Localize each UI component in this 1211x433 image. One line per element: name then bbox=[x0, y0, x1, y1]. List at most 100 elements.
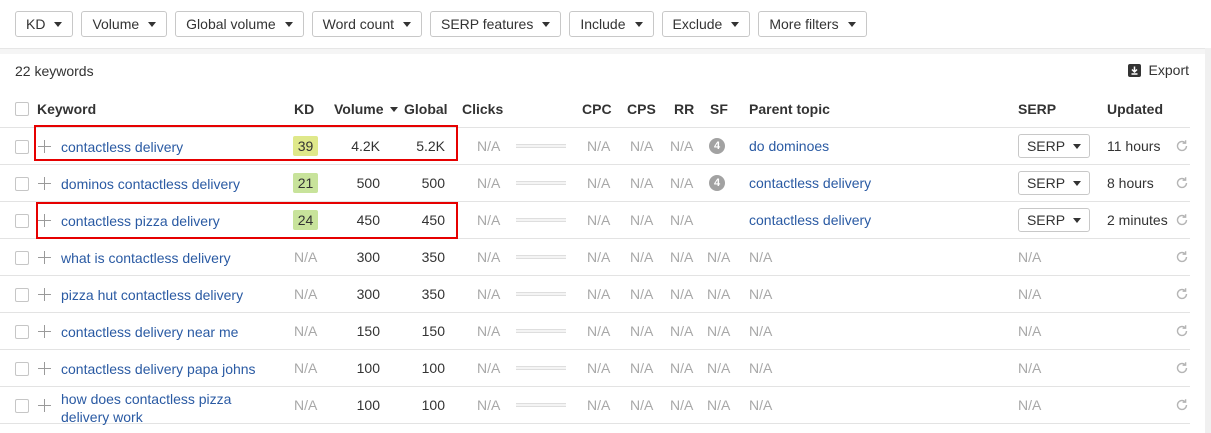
add-to-list-icon[interactable] bbox=[38, 325, 51, 338]
refresh-icon[interactable] bbox=[1175, 139, 1189, 153]
filter-label: SERP features bbox=[441, 16, 534, 32]
keyword-link[interactable]: dominos contactless delivery bbox=[61, 175, 240, 193]
serp-value: N/A bbox=[1018, 397, 1042, 413]
col-clicks[interactable]: Clicks bbox=[462, 101, 503, 117]
cps-value: N/A bbox=[630, 212, 654, 228]
add-to-list-icon[interactable] bbox=[38, 214, 51, 227]
col-kd[interactable]: KD bbox=[294, 101, 314, 117]
filter-button[interactable]: Global volume bbox=[175, 11, 304, 37]
keyword-link[interactable]: pizza hut contactless delivery bbox=[61, 286, 243, 304]
parent-topic-link[interactable]: contactless delivery bbox=[749, 175, 871, 191]
row-checkbox[interactable] bbox=[15, 140, 29, 154]
add-to-list-icon[interactable] bbox=[38, 140, 51, 153]
scrollbar[interactable] bbox=[1205, 48, 1211, 433]
refresh-icon[interactable] bbox=[1175, 250, 1189, 264]
filter-bar: KD Volume Global volume Word count SERP feat… bbox=[15, 11, 867, 37]
serp-button-label: SERP bbox=[1026, 175, 1066, 191]
rr-value: N/A bbox=[670, 249, 694, 265]
refresh-icon[interactable] bbox=[1175, 361, 1189, 375]
col-volume[interactable]: Volume bbox=[334, 101, 399, 117]
volume-value: 4.2K bbox=[351, 138, 380, 154]
filter-button[interactable]: KD bbox=[15, 11, 74, 37]
serp-features-badge[interactable]: 4 bbox=[709, 175, 725, 191]
filter-label: Global volume bbox=[186, 16, 276, 32]
clicks-bar bbox=[516, 144, 566, 148]
refresh-icon[interactable] bbox=[1175, 213, 1189, 227]
col-sf[interactable]: SF bbox=[710, 101, 728, 117]
col-rr[interactable]: RR bbox=[674, 101, 694, 117]
serp-button[interactable]: SERP bbox=[1018, 171, 1090, 195]
export-button[interactable]: Export bbox=[1127, 62, 1189, 78]
table-row: dominos contactless delivery 21 500 500 N/A N… bbox=[0, 165, 1190, 202]
rr-value: N/A bbox=[670, 175, 694, 191]
clicks-value: N/A bbox=[477, 323, 501, 339]
caret-down-icon bbox=[1073, 180, 1082, 186]
serp-button[interactable]: SERP bbox=[1018, 134, 1090, 158]
row-checkbox[interactable] bbox=[15, 214, 29, 228]
filter-button[interactable]: SERP features bbox=[430, 11, 562, 37]
cps-value: N/A bbox=[630, 138, 654, 154]
col-keyword[interactable]: Keyword bbox=[37, 101, 96, 117]
keyword-link[interactable]: what is contactless delivery bbox=[61, 249, 231, 267]
row-checkbox[interactable] bbox=[15, 251, 29, 265]
row-checkbox[interactable] bbox=[15, 362, 29, 376]
refresh-icon[interactable] bbox=[1175, 176, 1189, 190]
kd-badge: 21 bbox=[293, 173, 318, 193]
caret-down-icon bbox=[403, 21, 411, 27]
row-checkbox[interactable] bbox=[15, 399, 29, 413]
cps-value: N/A bbox=[630, 360, 654, 376]
keyword-text: contactless delivery bbox=[61, 139, 184, 155]
filter-button[interactable]: Word count bbox=[311, 11, 422, 37]
add-to-list-icon[interactable] bbox=[38, 288, 51, 301]
col-parent-topic[interactable]: Parent topic bbox=[749, 101, 830, 117]
keyword-count: 22 keywords bbox=[15, 63, 94, 79]
refresh-icon[interactable] bbox=[1175, 287, 1189, 301]
clicks-value: N/A bbox=[477, 360, 501, 376]
updated-value: 8 hours bbox=[1107, 175, 1154, 191]
row-checkbox[interactable] bbox=[15, 177, 29, 191]
row-checkbox[interactable] bbox=[15, 325, 29, 339]
serp-features-badge[interactable]: 4 bbox=[709, 138, 725, 154]
add-to-list-icon[interactable] bbox=[38, 399, 51, 412]
filter-label: Exclude bbox=[672, 16, 723, 32]
row-checkbox[interactable] bbox=[15, 288, 29, 302]
filter-button[interactable]: Volume bbox=[81, 11, 168, 37]
updated-value: 11 hours bbox=[1107, 138, 1161, 154]
filter-label: Include bbox=[580, 16, 626, 32]
col-global[interactable]: Global bbox=[404, 101, 448, 117]
filter-button[interactable]: More filters bbox=[758, 11, 867, 37]
col-updated[interactable]: Updated bbox=[1107, 101, 1163, 117]
serp-button[interactable]: SERP bbox=[1018, 208, 1090, 232]
download-icon bbox=[1127, 63, 1141, 77]
parent-topic-link[interactable]: do dominoes bbox=[749, 138, 829, 154]
volume-value: 100 bbox=[356, 360, 380, 376]
keyword-link[interactable]: contactless delivery papa johns bbox=[61, 360, 256, 378]
keyword-text: dominos contactless delivery bbox=[61, 176, 240, 192]
add-to-list-icon[interactable] bbox=[38, 177, 51, 190]
keyword-link[interactable]: contactless delivery near me bbox=[61, 323, 238, 341]
select-all-checkbox[interactable] bbox=[15, 102, 29, 116]
keyword-link[interactable]: contactless delivery bbox=[61, 138, 183, 156]
keyword-link[interactable]: contactless pizza delivery bbox=[61, 212, 220, 230]
keyword-link[interactable]: how does contactless pizza delivery work bbox=[61, 390, 231, 426]
parent-topic-link[interactable]: contactless delivery bbox=[749, 212, 871, 228]
volume-value: 150 bbox=[356, 323, 380, 339]
refresh-icon[interactable] bbox=[1175, 324, 1189, 338]
filter-button[interactable]: Exclude bbox=[661, 11, 751, 37]
sf-value: N/A bbox=[707, 397, 731, 413]
col-cps[interactable]: CPS bbox=[627, 101, 656, 117]
col-serp[interactable]: SERP bbox=[1018, 101, 1056, 117]
serp-value: N/A bbox=[1018, 286, 1042, 302]
caret-down-icon bbox=[634, 21, 643, 27]
add-to-list-icon[interactable] bbox=[38, 251, 51, 264]
refresh-icon[interactable] bbox=[1175, 398, 1189, 412]
serp-button-label: SERP bbox=[1026, 212, 1066, 228]
filter-button[interactable]: Include bbox=[569, 11, 654, 37]
cpc-value: N/A bbox=[587, 175, 611, 191]
col-cpc[interactable]: CPC bbox=[582, 101, 612, 117]
serp-value: N/A bbox=[1018, 249, 1042, 265]
sort-desc-icon bbox=[390, 107, 399, 112]
results-summary: 22 keywords Export bbox=[0, 54, 1211, 90]
rr-value: N/A bbox=[670, 397, 694, 413]
add-to-list-icon[interactable] bbox=[38, 362, 51, 375]
